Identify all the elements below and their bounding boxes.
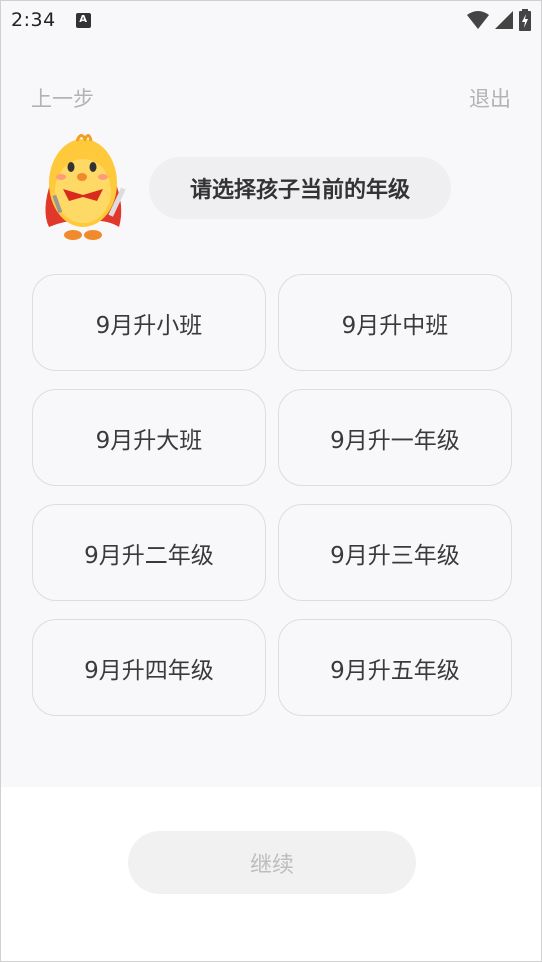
back-button[interactable]: 上一步 bbox=[31, 83, 94, 113]
battery-icon bbox=[519, 9, 531, 31]
prompt-bubble: 请选择孩子当前的年级 bbox=[149, 157, 451, 219]
notification-badge-label: A bbox=[79, 14, 88, 25]
grade-option-xiaoban[interactable]: 9月升小班 bbox=[32, 274, 266, 371]
exit-button[interactable]: 退出 bbox=[469, 83, 511, 113]
status-bar: 2:34 A bbox=[1, 1, 541, 39]
notification-icon: A bbox=[75, 12, 91, 28]
grade-option-grade-2[interactable]: 9月升二年级 bbox=[32, 504, 266, 601]
continue-button[interactable]: 继续 bbox=[128, 831, 416, 894]
grade-option-grade-5[interactable]: 9月升五年级 bbox=[278, 619, 512, 716]
status-time: 2:34 bbox=[11, 9, 56, 31]
grade-select-screen: 2:34 A 上一步 退出 请选择孩子当前的年级 9月升小班 9月升中班 9月升… bbox=[0, 0, 542, 962]
grade-option-zhongban[interactable]: 9月升中班 bbox=[278, 274, 512, 371]
grade-option-grade-1[interactable]: 9月升一年级 bbox=[278, 389, 512, 486]
wifi-icon bbox=[467, 11, 489, 29]
prompt-text: 请选择孩子当前的年级 bbox=[189, 178, 410, 203]
chick-mascot-icon bbox=[45, 134, 126, 240]
grade-option-grade-3[interactable]: 9月升三年级 bbox=[278, 504, 512, 601]
status-icons bbox=[467, 9, 531, 31]
grade-options: 9月升小班 9月升中班 9月升大班 9月升一年级 9月升二年级 9月升三年级 9… bbox=[32, 274, 512, 716]
grade-option-daban[interactable]: 9月升大班 bbox=[32, 389, 266, 486]
signal-icon bbox=[495, 11, 513, 29]
bottom-bar: 继续 bbox=[1, 787, 541, 961]
grade-option-grade-4[interactable]: 9月升四年级 bbox=[32, 619, 266, 716]
